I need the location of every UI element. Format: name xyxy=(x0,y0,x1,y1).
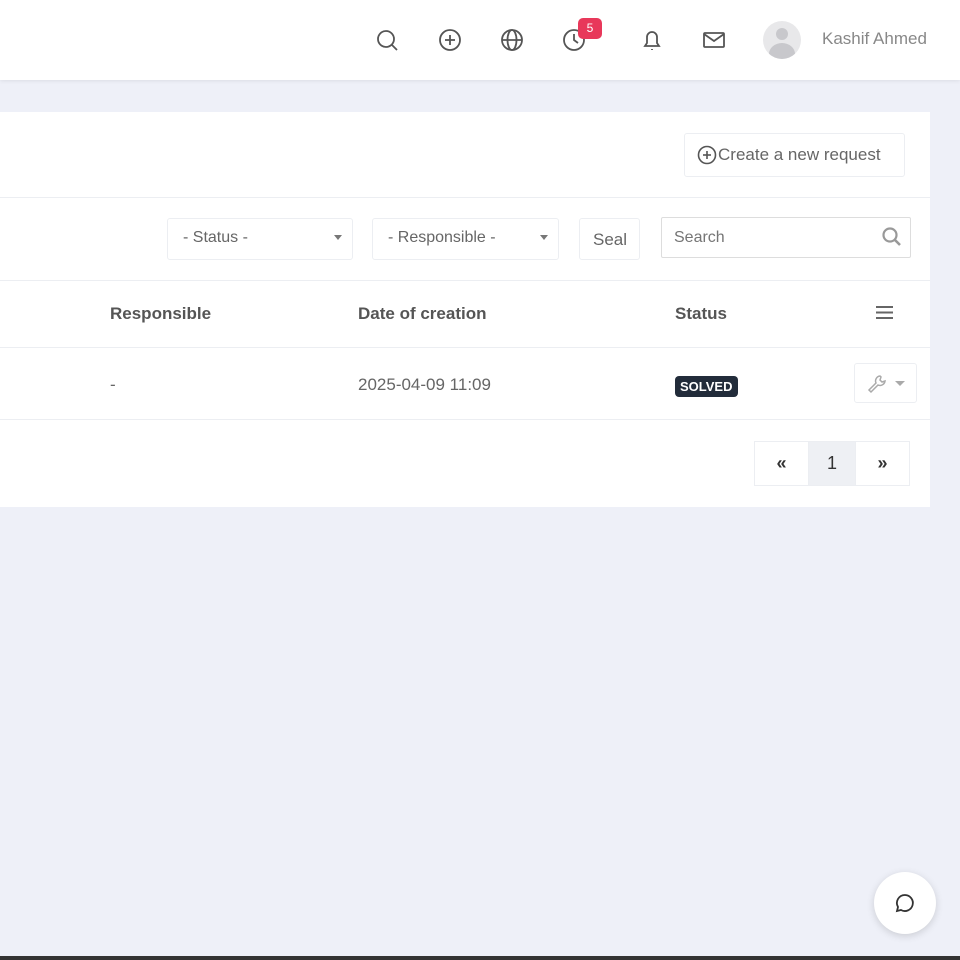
top-bar: 5 Kashif Ahmed xyxy=(0,0,960,80)
responsible-filter-value: - Responsible - xyxy=(388,229,496,246)
user-name[interactable]: Kashif Ahmed xyxy=(822,29,927,49)
create-request-label: Create a new request xyxy=(718,145,881,164)
chevron-down-icon xyxy=(895,381,905,386)
divider xyxy=(0,197,930,198)
divider xyxy=(0,419,930,420)
wrench-icon xyxy=(867,375,886,394)
chat-button[interactable] xyxy=(874,872,936,934)
add-circle-icon xyxy=(697,145,717,165)
bottom-edge xyxy=(0,956,960,960)
column-header-responsible[interactable]: Responsible xyxy=(110,304,211,324)
notification-badge: 5 xyxy=(578,18,602,39)
add-circle-icon[interactable] xyxy=(437,27,463,53)
pagination-page-1[interactable]: 1 xyxy=(809,441,855,486)
row-actions-button[interactable] xyxy=(854,363,917,403)
search-icon[interactable] xyxy=(374,27,400,53)
divider xyxy=(0,347,930,348)
globe-icon[interactable] xyxy=(499,27,525,53)
mail-icon[interactable] xyxy=(701,27,727,53)
column-menu-icon[interactable] xyxy=(875,305,894,320)
chevron-down-icon xyxy=(334,235,342,240)
divider xyxy=(0,280,930,281)
cell-responsible: - xyxy=(110,375,116,394)
pagination-next[interactable]: » xyxy=(855,441,910,486)
bell-icon[interactable] xyxy=(639,27,665,53)
cell-date: 2025-04-09 11:09 xyxy=(358,375,491,394)
pagination-prev[interactable]: « xyxy=(754,441,809,486)
create-request-button[interactable]: Create a new request xyxy=(684,133,905,177)
column-header-date[interactable]: Date of creation xyxy=(358,304,486,324)
status-filter[interactable]: - Status - xyxy=(167,218,353,260)
seal-button[interactable]: Seal xyxy=(579,218,640,260)
status-badge: SOLVED xyxy=(675,376,738,397)
chevron-down-icon xyxy=(540,235,548,240)
responsible-filter[interactable]: - Responsible - xyxy=(372,218,559,260)
column-header-status[interactable]: Status xyxy=(675,304,727,324)
search-icon[interactable] xyxy=(881,226,903,248)
chat-bubble-icon xyxy=(895,894,914,913)
search-input[interactable] xyxy=(661,217,911,258)
status-filter-value: - Status - xyxy=(183,229,248,246)
avatar[interactable] xyxy=(763,21,801,59)
